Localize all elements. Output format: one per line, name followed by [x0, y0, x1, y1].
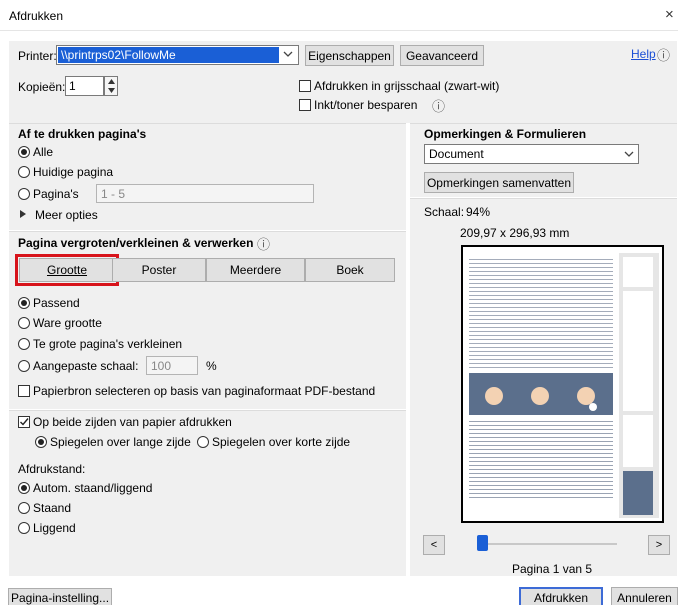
pages-range-radio[interactable]: [18, 188, 30, 200]
custom-scale-value: 100: [151, 359, 172, 373]
info-icon[interactable]: ⓘ: [432, 96, 445, 115]
grayscale-label: Afdrukken in grijsschaal (zwart-wit): [314, 79, 500, 93]
orientation-portrait-radio[interactable]: [18, 502, 30, 514]
tab-multiple[interactable]: Meerdere: [206, 258, 305, 282]
orientation-landscape-radio[interactable]: [18, 522, 30, 534]
page-slider-thumb[interactable]: [477, 535, 488, 551]
comments-select[interactable]: Document: [424, 144, 639, 164]
pages-range-input[interactable]: 1 - 5: [96, 184, 314, 203]
percent-label: %: [206, 359, 217, 373]
shrink-radio[interactable]: [18, 338, 30, 350]
save-ink-label: Inkt/toner besparen: [314, 98, 418, 112]
close-icon[interactable]: ×: [665, 6, 674, 23]
tab-size[interactable]: Grootte: [15, 254, 119, 286]
expand-triangle-icon[interactable]: [20, 210, 26, 218]
preview-text-block: [469, 257, 613, 369]
actual-size-label: Ware grootte: [33, 316, 102, 330]
print-button[interactable]: Afdrukken: [519, 587, 603, 605]
copies-stepper[interactable]: [104, 76, 118, 96]
page-indicator: Pagina 1 van 5: [512, 562, 593, 576]
orientation-portrait-label: Staand: [33, 501, 72, 515]
printer-label: Printer:: [18, 49, 57, 63]
preview-text-block-2: [469, 419, 613, 499]
custom-scale-input[interactable]: 100: [146, 356, 198, 375]
scale-label: Schaal:: [424, 205, 465, 219]
help-link[interactable]: Help: [631, 47, 656, 61]
page-size-text: 209,97 x 296,93 mm: [460, 226, 570, 240]
printer-select[interactable]: \\printrps02\FollowMe: [56, 45, 299, 65]
pages-range-label: Pagina's: [33, 187, 79, 201]
prev-page-button[interactable]: <: [423, 535, 445, 555]
next-page-button[interactable]: >: [648, 535, 670, 555]
paper-source-label: Papierbron selecteren op basis van pagin…: [33, 384, 376, 398]
shrink-label: Te grote pagina's verkleinen: [33, 337, 183, 351]
window-title: Afdrukken: [9, 9, 64, 23]
scale-value: 94%: [466, 205, 491, 219]
tab-booklet[interactable]: Boek: [305, 258, 395, 282]
sizing-info-icon[interactable]: ⓘ: [257, 234, 270, 253]
orientation-heading: Afdrukstand:: [18, 462, 86, 476]
fit-radio[interactable]: [18, 297, 30, 309]
actual-size-radio[interactable]: [18, 317, 30, 329]
orientation-landscape-label: Liggend: [33, 521, 76, 535]
orientation-auto-label: Autom. staand/liggend: [33, 481, 153, 495]
pages-heading: Af te drukken pagina's: [18, 127, 147, 141]
grayscale-checkbox[interactable]: [299, 80, 311, 92]
custom-scale-label: Aangepaste schaal:: [33, 359, 139, 373]
comments-select-value: Document: [429, 147, 484, 161]
duplex-checkbox[interactable]: [18, 416, 30, 428]
summarize-comments-button[interactable]: Opmerkingen samenvatten: [424, 172, 574, 193]
comments-heading: Opmerkingen & Formulieren: [424, 127, 587, 141]
copies-input[interactable]: 1: [65, 76, 104, 96]
copies-value: 1: [69, 79, 76, 93]
paper-source-checkbox[interactable]: [18, 385, 30, 397]
more-options-label[interactable]: Meer opties: [35, 208, 98, 222]
flip-short-label: Spiegelen over korte zijde: [212, 435, 351, 449]
tab-poster[interactable]: Poster: [112, 258, 206, 282]
stepper-up-icon[interactable]: [108, 79, 115, 84]
pages-current-label: Huidige pagina: [33, 165, 114, 179]
page-preview: [461, 245, 664, 523]
pages-current-radio[interactable]: [18, 166, 30, 178]
help-icon[interactable]: ⓘ: [657, 45, 670, 64]
save-ink-checkbox[interactable]: [299, 99, 311, 111]
stepper-down-icon[interactable]: [108, 88, 115, 93]
custom-scale-radio[interactable]: [18, 360, 30, 372]
properties-button[interactable]: Eigenschappen: [305, 45, 394, 66]
printer-value: \\printrps02\FollowMe: [58, 47, 279, 63]
chevron-down-icon: [624, 151, 634, 157]
orientation-auto-radio[interactable]: [18, 482, 30, 494]
advanced-button[interactable]: Geavanceerd: [400, 45, 484, 66]
copies-label: Kopieën:: [18, 80, 66, 94]
sizing-heading: Pagina vergroten/verkleinen & verwerken: [18, 236, 254, 250]
page-slider-track[interactable]: [477, 543, 617, 545]
cancel-button[interactable]: Annuleren: [611, 587, 678, 605]
pages-all-radio[interactable]: [18, 146, 30, 158]
flip-long-radio[interactable]: [35, 436, 47, 448]
chevron-down-icon: [283, 51, 293, 57]
flip-short-radio[interactable]: [197, 436, 209, 448]
page-setup-button[interactable]: Pagina-instelling...: [8, 588, 112, 605]
checkmark-icon: [20, 418, 29, 426]
pages-all-label: Alle: [33, 145, 54, 159]
pages-range-value: 1 - 5: [101, 187, 126, 201]
fit-label: Passend: [33, 296, 80, 310]
flip-long-label: Spiegelen over lange zijde: [50, 435, 191, 449]
duplex-label: Op beide zijden van papier afdrukken: [33, 415, 232, 429]
